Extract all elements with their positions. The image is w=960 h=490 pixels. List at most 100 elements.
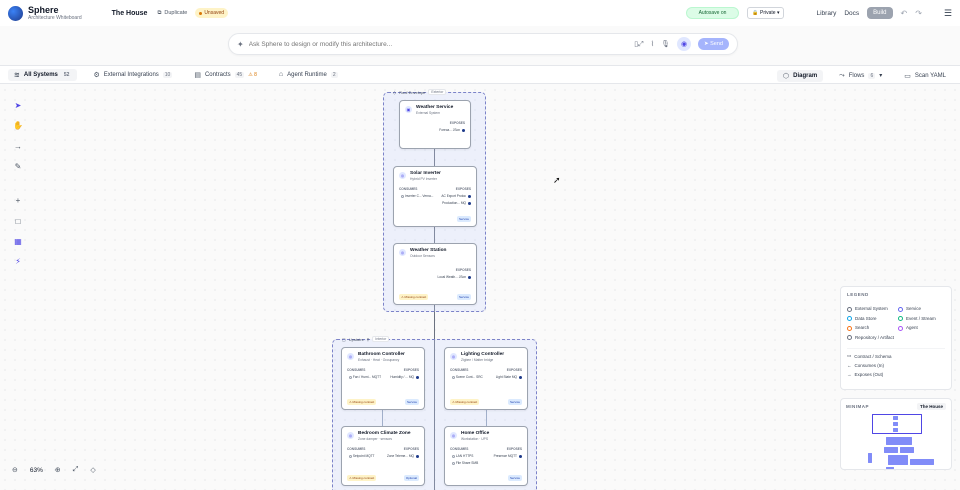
minimap-title: MINIMAP	[846, 404, 869, 409]
minimap-node	[910, 459, 934, 465]
group-badge: Interior	[372, 336, 390, 342]
exposes-header: EXPOSES	[455, 268, 471, 273]
node-home-office[interactable]: ◎ Home Office Workstation · UPS CONSUMES…	[444, 426, 528, 486]
duplicate-button[interactable]: ⧉ Duplicate	[157, 10, 187, 17]
tab-count: 52	[61, 71, 72, 78]
minimap-node	[893, 428, 898, 432]
fit-view-icon[interactable]: ⤢	[73, 466, 79, 474]
add-node-icon[interactable]: +	[11, 195, 25, 205]
contract-label: Light State MQ	[495, 375, 517, 380]
pen-tool-icon[interactable]: ✎	[11, 161, 25, 171]
legend-item: Agent	[898, 325, 945, 331]
tab-scan-yaml[interactable]: ▭ Scan YAML	[898, 70, 952, 82]
node-title: Weather Station	[410, 248, 447, 253]
node-weather-service[interactable]: ▣ Weather Service External System EXPOSE…	[399, 100, 471, 149]
node-lighting-controller[interactable]: ◎ Lighting Controller Zigbee / Matter br…	[444, 347, 528, 410]
build-button[interactable]: Build	[867, 7, 893, 19]
pan-hand-icon[interactable]: ✋	[11, 120, 25, 130]
expand-panel-icon[interactable]: ▯⤢	[634, 40, 643, 49]
output-port-icon[interactable]	[416, 375, 419, 379]
minimap-canvas[interactable]	[846, 411, 946, 469]
tab-contracts[interactable]: ▤ Contracts 45 ⚠ 8	[188, 69, 263, 81]
output-port-icon[interactable]	[468, 275, 471, 279]
output-port-icon[interactable]	[519, 375, 522, 379]
auto-layout-icon[interactable]: ⚡	[11, 257, 25, 267]
node-weather-station[interactable]: ◎ Weather Station Outdoor Sensors EXPOSE…	[393, 243, 477, 305]
brand: Sphere Architecture Whiteboard	[28, 5, 82, 21]
legend-item: Event / Stream	[898, 316, 945, 321]
header-actions: Autosave on 🔒 Private ▾ Library Docs Bui…	[685, 0, 952, 26]
tab-diagram[interactable]: ⬡ Diagram	[777, 69, 824, 82]
visibility-dropdown[interactable]: 🔒 Private ▾	[747, 7, 785, 19]
minimap-node	[893, 422, 898, 426]
nav-docs[interactable]: Docs	[844, 10, 859, 17]
node-subtitle: Zone damper · sensors	[358, 437, 393, 442]
contract-label: Fan / Humi... MQTT	[352, 375, 382, 380]
node-bathroom-controller[interactable]: ◎ Bathroom Controller Exhaust · Heat · O…	[341, 347, 425, 410]
input-port-icon[interactable]	[349, 454, 352, 458]
tab-all-systems[interactable]: ≋ All Systems 52	[8, 68, 78, 81]
node-bedroom-climate-zone[interactable]: ◎ Bedroom Climate Zone Zone damper · sen…	[341, 426, 425, 486]
legend-item: Data Store	[847, 316, 894, 321]
input-port-icon[interactable]	[452, 454, 455, 458]
legend-label: Contract / Schema	[854, 353, 892, 359]
missing-label: Missing contract	[352, 400, 375, 404]
missing-contract-badge: ⚠ Missing contract	[347, 475, 377, 481]
output-port-icon[interactable]	[462, 128, 465, 132]
attach-icon[interactable]: ⌇	[651, 40, 654, 48]
tab-count: 2	[330, 71, 338, 78]
project-title[interactable]: The House	[112, 10, 148, 17]
eye-icon[interactable]: ◉	[677, 37, 691, 51]
output-port-icon[interactable]	[468, 201, 471, 205]
event-stream-icon	[898, 316, 903, 321]
consumes-header: CONSUMES	[347, 368, 366, 373]
nav-library[interactable]: Library	[816, 10, 836, 17]
send-button[interactable]: ➤ Send	[698, 38, 729, 50]
view-tabs: ≋ All Systems 52 ⚙ External Integrations…	[0, 65, 960, 84]
tab-flows[interactable]: ⤳ Flows 6 ▾	[833, 70, 888, 82]
exposes-header: EXPOSES	[403, 447, 419, 452]
hamburger-menu-icon[interactable]: ☰	[944, 8, 952, 19]
warning-count-value: 8	[254, 71, 257, 78]
node-solar-inverter[interactable]: ◎ Solar Inverter Hybrid PV Inverter CONS…	[393, 166, 477, 227]
tab-agent-runtime[interactable]: ⌂ Agent Runtime 2	[273, 69, 344, 80]
microphone-icon[interactable]: 🎙	[661, 40, 670, 48]
plug-icon: ⚙	[93, 71, 100, 79]
consumes-header: CONSUMES	[450, 447, 469, 452]
minimap-panel[interactable]: MINIMAP The House	[840, 398, 952, 470]
flows-label: Flows	[848, 72, 865, 79]
center-view-icon[interactable]: ◇	[90, 466, 95, 474]
legend-label: Agent	[906, 325, 918, 330]
search-icon	[847, 325, 852, 331]
contract-label: Presence MQTT	[493, 454, 517, 459]
missing-contract-badge: ⚠ Missing contract	[347, 399, 377, 405]
group-icon: ◇	[393, 89, 397, 95]
consumes-header: CONSUMES	[347, 447, 366, 452]
legend-label: Consumes (In)	[854, 363, 885, 368]
prompt-input[interactable]	[248, 40, 635, 48]
tab-external-integrations[interactable]: ⚙ External Integrations 10	[87, 69, 178, 81]
input-port-icon[interactable]	[401, 194, 404, 198]
legend-label: Service	[906, 306, 922, 311]
zoom-out-icon[interactable]: ⊖	[12, 466, 18, 474]
zoom-in-icon[interactable]: ⊕	[55, 466, 61, 474]
input-port-icon[interactable]	[349, 375, 352, 379]
arrow-left-icon: ←	[847, 363, 852, 368]
contract-label: Local Weath... JSon	[437, 275, 466, 280]
mouse-cursor-icon: ➚	[553, 175, 561, 185]
input-port-icon[interactable]	[452, 461, 455, 465]
rectangle-tool-icon[interactable]: □	[11, 216, 25, 226]
input-port-icon[interactable]	[452, 375, 455, 379]
output-port-icon[interactable]	[519, 454, 522, 458]
select-tool-icon[interactable]: ➤	[11, 100, 25, 110]
output-port-icon[interactable]	[416, 454, 419, 458]
redo-icon[interactable]: ↷	[915, 9, 922, 18]
output-port-icon[interactable]	[468, 194, 471, 198]
arrow-tool-icon[interactable]: →	[11, 141, 25, 151]
undo-icon[interactable]: ↶	[901, 9, 908, 18]
grid-toggle-icon[interactable]: ▦	[11, 236, 25, 246]
autosave-toggle[interactable]: Autosave on	[685, 7, 740, 19]
node-subtitle: Hybrid PV Inverter	[410, 177, 437, 182]
minimap-node	[868, 453, 872, 463]
consumes-header: CONSUMES	[450, 368, 469, 373]
